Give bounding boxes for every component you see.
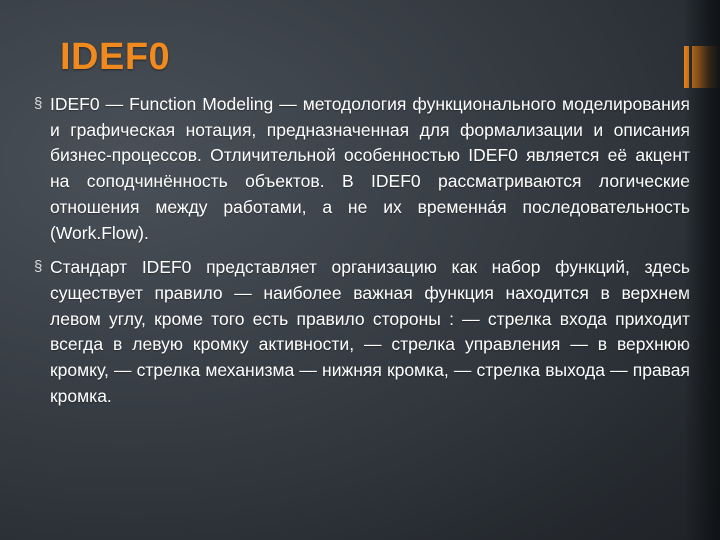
accent-bars — [684, 46, 720, 88]
slide: IDEF0 § IDEF0 — Function Modeling — мето… — [0, 0, 720, 540]
slide-body: § IDEF0 — Function Modeling — методологи… — [34, 92, 690, 419]
bullet-marker-icon: § — [34, 95, 43, 112]
accent-bar-thick — [692, 46, 720, 88]
bullet-text: Стандарт IDEF0 представляет организацию … — [50, 257, 690, 406]
bullet-text: IDEF0 — Function Modeling — методология … — [50, 94, 690, 243]
list-item: § IDEF0 — Function Modeling — методологи… — [34, 92, 690, 246]
bullet-marker-icon: § — [34, 258, 43, 276]
list-item: § Стандарт IDEF0 представляет организаци… — [34, 255, 690, 409]
accent-bar-thin — [684, 46, 689, 88]
page-title: IDEF0 — [60, 36, 171, 78]
